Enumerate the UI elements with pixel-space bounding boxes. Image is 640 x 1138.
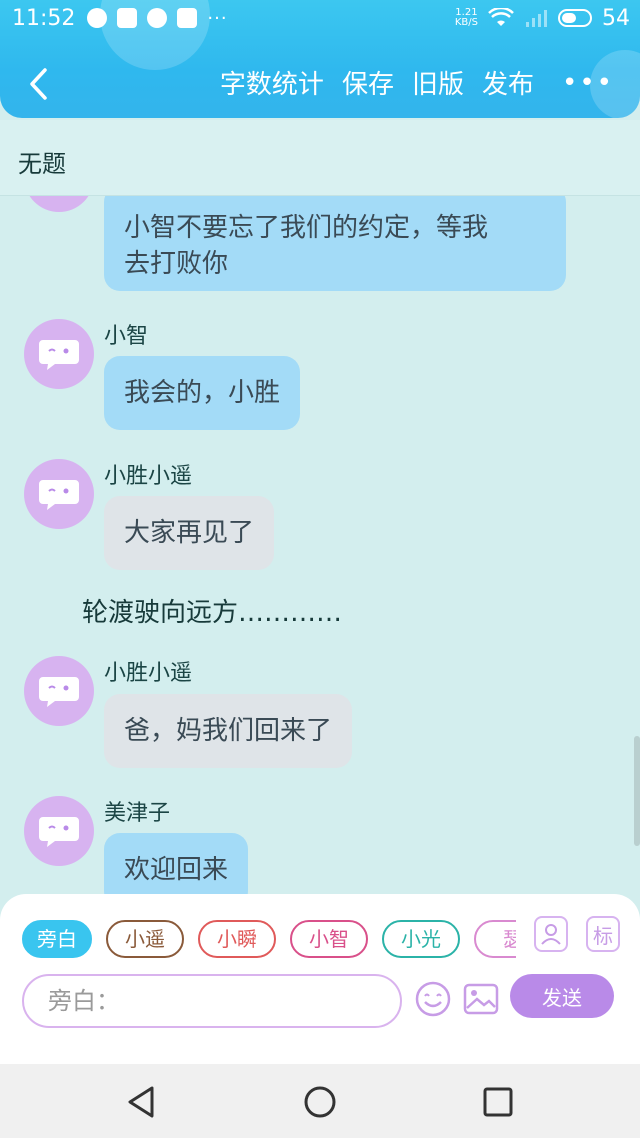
speech-bubble-avatar-icon [39,677,79,707]
role-chip-narrator[interactable]: 旁白 [22,920,92,958]
network-speed: 1.21 KB/S [455,8,478,28]
notification-icon [87,8,108,28]
smiley-icon [415,981,451,1017]
message-input[interactable] [24,976,400,1026]
image-icon [463,983,499,1015]
person-card-icon [541,924,561,945]
avatar[interactable] [24,796,94,866]
speaker-name: 小智 [104,324,149,349]
status-time: 11:52 [12,5,76,31]
narration-text[interactable]: 轮渡驶向远方………… [82,592,342,629]
speaker-name: 小胜小遥 [104,464,193,489]
role-chip-xiaoguang[interactable]: 小光 [382,920,460,958]
speech-bubble-avatar-icon [39,480,79,510]
network-speed-unit: KB/S [454,17,478,28]
role-manage-button[interactable] [534,916,568,952]
avatar[interactable] [24,656,94,726]
speaker-name: 美津子 [104,801,171,826]
story-title: 无题 [18,150,66,178]
video-app-icon [117,8,138,28]
back-button[interactable] [20,66,56,102]
message-icon [147,8,168,28]
role-chip-xiaoshun[interactable]: 小瞬 [198,920,276,958]
message-bubble[interactable]: 爸，妈我们回来了 [104,694,353,768]
message-input-wrap[interactable] [22,974,402,1028]
role-chip-xiaoyao[interactable]: 小遥 [106,920,184,958]
message-bubble[interactable]: 我会的，小胜 [104,356,301,430]
save-button[interactable]: 保存 [342,64,394,101]
speech-bubble-avatar-icon [39,817,79,847]
battery-percent: 54 [602,5,630,31]
tag-label: 标 [593,923,613,948]
chat-scrollbar[interactable] [634,736,640,846]
word-count-button[interactable]: 字数统计 [220,64,324,101]
emoji-button[interactable] [414,980,452,1018]
system-recents-icon[interactable] [480,1084,516,1120]
app-header: 11:52 ··· 1.21 KB/S 54 字数统计 保存 旧版 发布 ••• [0,0,640,118]
wifi-icon [488,8,514,26]
system-nav-bar [0,1064,640,1138]
story-title-bar[interactable]: 无题 [0,120,640,196]
message-bubble[interactable]: 大家再见了 [104,496,275,570]
message-bubble[interactable]: 小智不要忘了我们的约定，等我 去打败你 [104,196,566,291]
role-chip-xiaozhi[interactable]: 小智 [290,920,368,958]
status-bar: 11:52 ··· 1.21 KB/S 54 [0,0,640,36]
image-button[interactable] [462,980,500,1018]
composer-panel: 旁白小遥小瞬小智小光瑟 标 发送 [0,894,640,1064]
send-button[interactable]: 发送 [510,974,614,1018]
publish-button[interactable]: 发布 [482,64,534,101]
system-back-icon[interactable] [124,1084,160,1120]
nav-bar: 字数统计 保存 旧版 发布 ••• [0,56,640,114]
message-text: 欢迎回来 [124,855,229,885]
system-home-icon[interactable] [302,1084,338,1120]
tag-button[interactable]: 标 [586,916,620,952]
message-text: 大家再见了 [124,518,255,548]
speaker-name: 小胜小遥 [104,661,193,686]
role-chip-se[interactable]: 瑟 [474,920,516,958]
speech-bubble-avatar-icon [39,340,79,370]
message-text: 爸，妈我们回来了 [124,716,333,746]
header-actions: 字数统计 保存 旧版 发布 ••• [220,64,614,101]
battery-icon [558,9,592,27]
back-arrow-icon [30,68,47,100]
role-chip-list[interactable]: 旁白 小遥 小瞬 小智 小光瑟 [22,920,516,960]
chat-area[interactable]: 小智不要忘了我们的约定，等我 去打败你 小智 我会的，小胜 小胜小遥 大家再见了… [0,196,640,896]
avatar[interactable] [24,196,94,212]
message-text: 我会的，小胜 [124,378,281,408]
message-text-line: 小智不要忘了我们的约定，等我 [124,212,489,243]
avatar[interactable] [24,459,94,529]
old-version-button[interactable]: 旧版 [412,64,464,101]
more-menu-button[interactable]: ••• [562,68,614,98]
more-notifications-icon: ··· [207,7,228,29]
message-text-line: 去打败你 [124,248,229,279]
signal-icon [526,10,547,27]
avatar[interactable] [24,319,94,389]
battery-level [562,13,577,23]
message-bubble[interactable]: 欢迎回来 [104,833,249,896]
app-notification-icon [177,8,198,28]
